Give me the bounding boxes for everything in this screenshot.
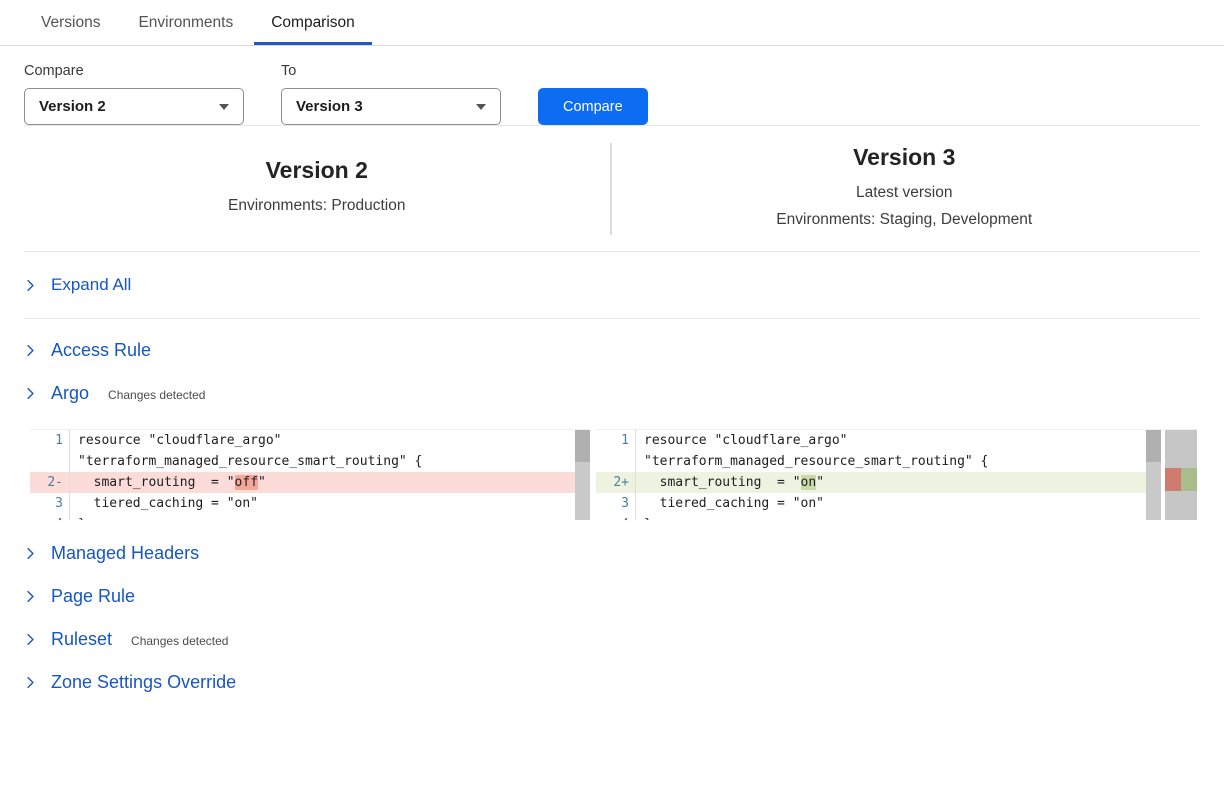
dropdown-caret-icon (476, 104, 486, 110)
version-headers: Version 2 Environments: Production Versi… (0, 126, 1224, 251)
chevron-right-icon (24, 590, 37, 603)
section-label: Ruleset (51, 629, 112, 650)
compare-from-label: Compare (24, 63, 244, 79)
argo-diff: 1resource "cloudflare_argo" "terraform_m… (30, 429, 1197, 520)
code-line-added: 2+ smart_routing = "on" (596, 472, 1146, 493)
code-line: 1resource "cloudflare_argo" (596, 430, 1146, 451)
line-number: 1 (30, 430, 70, 451)
chevron-right-icon (24, 547, 37, 560)
version-right-header: Version 3 Latest version Environments: S… (612, 144, 1198, 233)
compare-to-select[interactable]: Version 3 (281, 88, 501, 125)
line-number: 2+ (596, 472, 636, 493)
scrollbar-thumb[interactable] (1146, 430, 1161, 462)
version-right-environments: Environments: Staging, Development (612, 206, 1198, 233)
code-text: " (258, 475, 266, 490)
code-text: "terraform_managed_resource_smart_routin… (70, 451, 575, 472)
deleted-word: off (235, 475, 258, 490)
version-right-title: Version 3 (612, 144, 1198, 171)
section-access-rule[interactable]: Access Rule (24, 329, 1197, 372)
chevron-right-icon (24, 633, 37, 646)
compare-from-select[interactable]: Version 2 (24, 88, 244, 125)
added-word: on (801, 475, 817, 490)
line-number: 2- (30, 472, 70, 493)
code-line: 4} (596, 514, 1146, 520)
code-text: smart_routing = " (644, 475, 801, 490)
section-managed-headers[interactable]: Managed Headers (24, 532, 1197, 575)
changes-detected-badge: Changes detected (108, 388, 205, 402)
code-text: smart_routing = "on" (636, 472, 1146, 493)
version-left-title: Version 2 (24, 157, 610, 184)
section-argo[interactable]: Argo Changes detected (24, 372, 1197, 415)
compare-controls: Compare Version 2 To Version 3 Compare (0, 46, 1224, 125)
code-line: 1resource "cloudflare_argo" (30, 430, 575, 451)
chevron-right-icon (24, 279, 37, 292)
diff-panel-left: 1resource "cloudflare_argo" "terraform_m… (30, 429, 590, 520)
compare-to-value: Version 3 (296, 98, 363, 115)
section-ruleset[interactable]: Ruleset Changes detected (24, 618, 1197, 661)
compare-to-label: To (281, 63, 501, 79)
line-number: 4 (596, 514, 636, 520)
code-line: 3 tiered_caching = "on" (30, 493, 575, 514)
section-page-rule[interactable]: Page Rule (24, 575, 1197, 618)
code-text: " (816, 475, 824, 490)
scrollbar-thumb[interactable] (575, 430, 590, 462)
code-text: resource "cloudflare_argo" (636, 430, 1146, 451)
diff-code-left: 1resource "cloudflare_argo" "terraform_m… (30, 430, 575, 520)
diff-minimap-marker (1165, 468, 1197, 491)
code-line: "terraform_managed_resource_smart_routin… (30, 451, 575, 472)
code-text: resource "cloudflare_argo" (70, 430, 575, 451)
tab-versions[interactable]: Versions (24, 0, 117, 45)
compare-from-value: Version 2 (39, 98, 106, 115)
line-number: 1 (596, 430, 636, 451)
compare-button[interactable]: Compare (538, 88, 648, 125)
line-number: 3 (30, 493, 70, 514)
comparison-page: Versions Environments Comparison Compare… (0, 0, 1224, 788)
code-text: smart_routing = "off" (70, 472, 575, 493)
line-number (30, 451, 70, 472)
code-text: smart_routing = " (78, 475, 235, 490)
code-text: } (70, 514, 575, 520)
code-line: 3 tiered_caching = "on" (596, 493, 1146, 514)
dropdown-caret-icon (219, 104, 229, 110)
chevron-right-icon (24, 344, 37, 357)
line-number (596, 451, 636, 472)
tab-comparison[interactable]: Comparison (254, 0, 372, 45)
version-left-environments: Environments: Production (24, 192, 610, 219)
diff-minimap (1165, 430, 1197, 520)
scrollbar[interactable] (1146, 430, 1161, 520)
scrollbar[interactable] (575, 430, 590, 520)
changes-detected-badge: Changes detected (131, 634, 228, 648)
code-text: tiered_caching = "on" (70, 493, 575, 514)
expand-all-button[interactable]: Expand All (0, 252, 1224, 318)
line-number: 4 (30, 514, 70, 520)
code-text: "terraform_managed_resource_smart_routin… (636, 451, 1146, 472)
code-line-deleted: 2- smart_routing = "off" (30, 472, 575, 493)
diff-panel-right: 1resource "cloudflare_argo" "terraform_m… (596, 429, 1197, 520)
line-number: 3 (596, 493, 636, 514)
chevron-right-icon (24, 387, 37, 400)
chevron-right-icon (24, 676, 37, 689)
expand-all-label: Expand All (51, 275, 131, 295)
code-line: 4} (30, 514, 575, 520)
section-label: Page Rule (51, 586, 135, 607)
minimap-deleted-marker (1165, 468, 1181, 491)
tab-bar: Versions Environments Comparison (0, 0, 1224, 46)
code-text: } (636, 514, 1146, 520)
diff-code-right: 1resource "cloudflare_argo" "terraform_m… (596, 430, 1146, 520)
section-zone-settings-override[interactable]: Zone Settings Override (24, 661, 1197, 704)
tab-environments[interactable]: Environments (121, 0, 250, 45)
section-label: Zone Settings Override (51, 672, 236, 693)
version-right-latest: Latest version (612, 179, 1198, 206)
section-label: Argo (51, 383, 89, 404)
code-line: "terraform_managed_resource_smart_routin… (596, 451, 1146, 472)
code-text: tiered_caching = "on" (636, 493, 1146, 514)
version-left-header: Version 2 Environments: Production (24, 157, 610, 219)
section-label: Access Rule (51, 340, 151, 361)
section-label: Managed Headers (51, 543, 199, 564)
minimap-added-marker (1181, 468, 1197, 491)
resource-sections: Access Rule Argo Changes detected 1resou… (0, 319, 1224, 704)
